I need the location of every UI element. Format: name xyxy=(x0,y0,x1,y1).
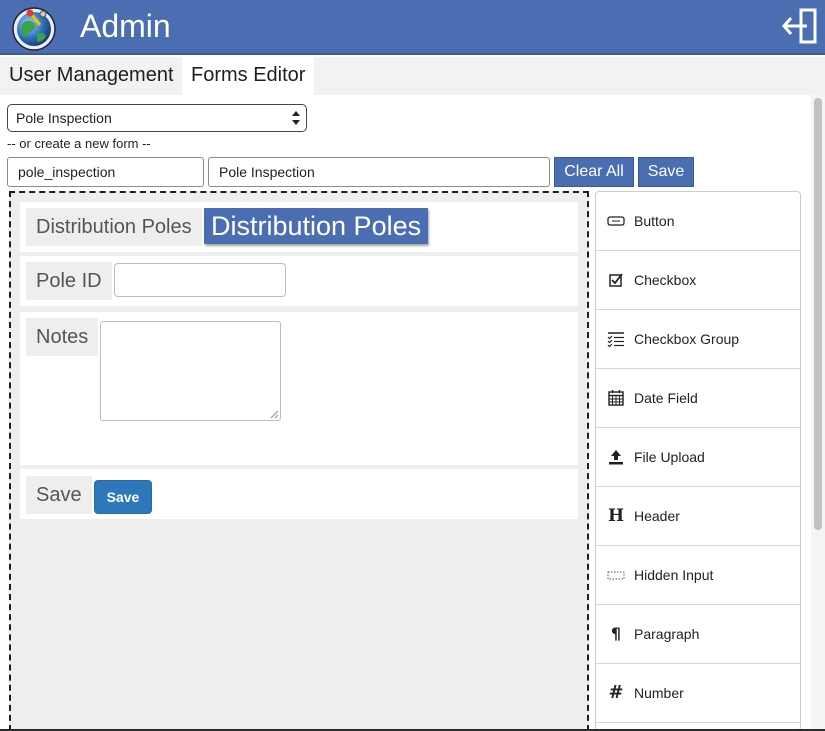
palette-item-label: Number xyxy=(634,685,684,701)
app-header: Admin xyxy=(0,0,825,55)
palette-item-button[interactable]: Button xyxy=(596,192,800,251)
form-select-value: Pole Inspection xyxy=(16,110,112,126)
palette-item-header[interactable]: H Header xyxy=(596,487,800,546)
select-arrows-icon xyxy=(292,111,300,125)
palette-item-date-field[interactable]: Date Field xyxy=(596,369,800,428)
button-icon xyxy=(607,212,625,230)
palette-item-label: Paragraph xyxy=(634,626,700,642)
globe-logo-icon xyxy=(10,4,58,52)
palette-item-label: Checkbox xyxy=(634,272,697,288)
upload-icon xyxy=(607,448,625,466)
palette-item-number[interactable]: # Number xyxy=(596,664,800,723)
palette-item-label: Hidden Input xyxy=(634,567,714,583)
pilcrow-icon: ¶ xyxy=(610,624,622,643)
header-field-label: Distribution Poles xyxy=(26,208,202,246)
notes-textarea[interactable] xyxy=(100,321,281,421)
form-canvas[interactable]: Distribution Poles Distribution Poles Po… xyxy=(9,191,589,731)
palette-item-label: File Upload xyxy=(634,449,705,465)
header-field-row[interactable]: Distribution Poles Distribution Poles xyxy=(20,202,578,252)
scrollbar-thumb[interactable] xyxy=(814,98,822,530)
tab-user-management[interactable]: User Management xyxy=(0,57,183,95)
form-save-button[interactable]: Save xyxy=(94,480,152,514)
header-field-preview: Distribution Poles xyxy=(204,208,429,244)
notes-label: Notes xyxy=(26,318,99,356)
palette-item-label: Date Field xyxy=(634,390,698,406)
palette-item-label: Button xyxy=(634,213,675,229)
checkbox-group-icon xyxy=(607,330,625,348)
app-title: Admin xyxy=(80,8,171,44)
checkbox-icon xyxy=(607,271,625,289)
tab-forms-editor[interactable]: Forms Editor xyxy=(182,57,315,95)
logout-icon xyxy=(782,8,817,44)
save-field-row[interactable]: Save Save xyxy=(20,469,578,519)
tab-bar: User Management Forms Editor xyxy=(0,57,825,95)
hidden-input-icon xyxy=(607,566,625,584)
save-field-label: Save xyxy=(26,476,92,514)
form-id-input[interactable]: pole_inspection xyxy=(7,157,204,187)
logout-button[interactable] xyxy=(781,6,819,46)
palette-item-hidden-input[interactable]: Hidden Input xyxy=(596,546,800,605)
forms-editor-content: Pole Inspection -- or create a new form … xyxy=(0,95,810,731)
pole-id-field-row[interactable]: Pole ID xyxy=(20,256,578,306)
form-select[interactable]: Pole Inspection xyxy=(7,104,307,132)
calendar-icon xyxy=(607,389,625,407)
create-form-label: -- or create a new form -- xyxy=(7,136,151,151)
clear-all-button[interactable]: Clear All xyxy=(554,157,634,187)
palette-item-checkbox[interactable]: Checkbox xyxy=(596,251,800,310)
save-button[interactable]: Save xyxy=(638,157,694,187)
resize-grip-icon[interactable] xyxy=(270,410,279,419)
palette-item-checkbox-group[interactable]: Checkbox Group xyxy=(596,310,800,369)
palette-item-label: Checkbox Group xyxy=(634,331,740,347)
form-name-input[interactable]: Pole Inspection xyxy=(208,157,550,187)
page-scrollbar[interactable] xyxy=(811,95,825,731)
palette-item-label: Header xyxy=(634,508,680,524)
pole-id-input[interactable] xyxy=(114,263,286,297)
hash-icon: # xyxy=(608,682,624,703)
header-icon: H xyxy=(607,506,625,526)
palette-item-file-upload[interactable]: File Upload xyxy=(596,428,800,487)
pole-id-label: Pole ID xyxy=(26,262,112,300)
notes-field-row[interactable]: Notes xyxy=(20,312,578,465)
palette-item-paragraph[interactable]: ¶ Paragraph xyxy=(596,605,800,664)
component-palette: Button Checkbox Checkbox Group Date Fiel… xyxy=(595,191,801,731)
